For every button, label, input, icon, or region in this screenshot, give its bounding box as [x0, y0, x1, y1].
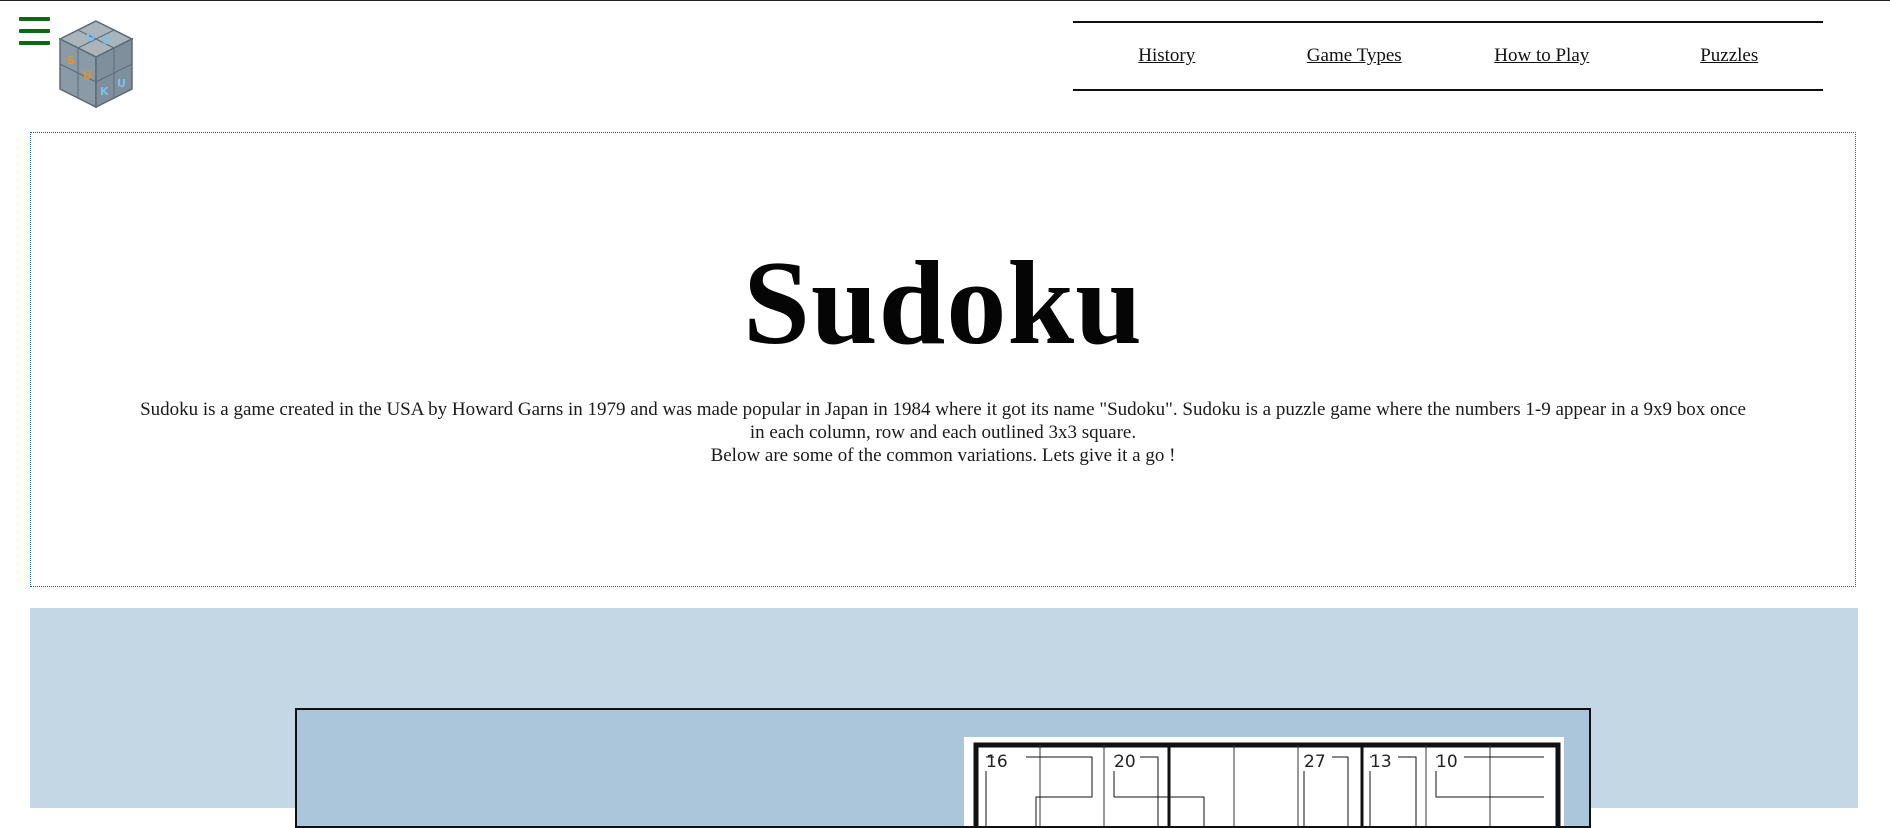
intro-text: Sudoku is a game created in the USA by H… — [131, 398, 1755, 467]
logo-letter: O — [102, 34, 111, 47]
logo-letter: D — [86, 31, 95, 44]
nav-link-puzzles[interactable]: Puzzles — [1636, 45, 1824, 67]
cage-sum: 10 — [1436, 752, 1458, 772]
hamburger-menu-icon[interactable] — [19, 17, 50, 45]
main-nav: History Game Types How to Play Puzzles — [1073, 21, 1823, 91]
hero-section: Sudoku Sudoku is a game created in the U… — [30, 132, 1856, 587]
cage-sum: 16 — [986, 752, 1008, 772]
killer-sudoku-puzzle-image: 16 20 27 13 10 — [964, 737, 1564, 826]
sudoku-logo-icon: S U D O K U — [58, 20, 134, 109]
nav-link-how-to-play[interactable]: How to Play — [1448, 45, 1636, 67]
logo-letter: S — [67, 54, 75, 67]
cage-sum: 20 — [1114, 752, 1136, 772]
logo-letter: K — [100, 85, 109, 98]
intro-line-2: Below are some of the common variations.… — [710, 445, 1176, 466]
nav-link-history[interactable]: History — [1073, 45, 1261, 67]
logo-letter: U — [117, 77, 126, 90]
cage-sum: 13 — [1370, 752, 1392, 772]
nav-link-game-types[interactable]: Game Types — [1261, 45, 1449, 67]
intro-line-1: Sudoku is a game created in the USA by H… — [140, 399, 1746, 443]
menu-bar — [19, 41, 50, 45]
variations-section: 16 20 27 13 10 — [30, 608, 1858, 828]
variation-card[interactable]: 16 20 27 13 10 — [295, 708, 1591, 828]
page-title: Sudoku — [743, 236, 1143, 369]
cage-sum: 27 — [1304, 752, 1326, 772]
menu-bar — [19, 29, 50, 33]
menu-bar — [19, 17, 50, 21]
logo-letter: U — [83, 69, 92, 82]
